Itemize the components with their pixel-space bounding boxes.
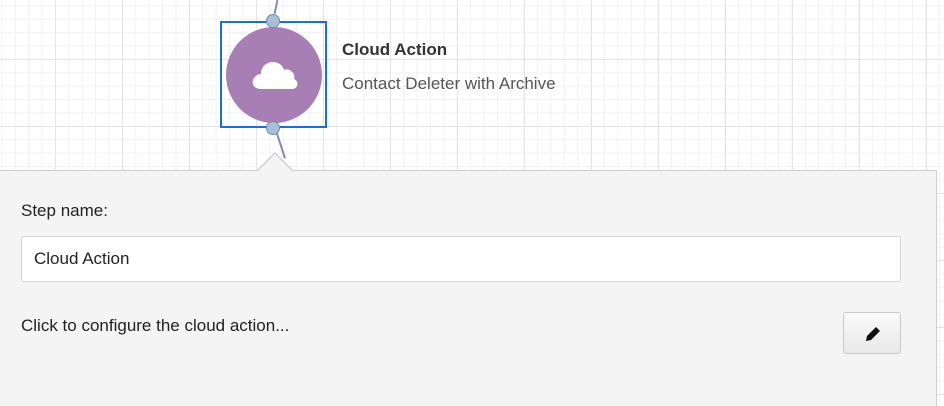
panel-pointer-fill [257, 154, 293, 172]
step-properties-panel [0, 170, 937, 406]
pencil-icon [866, 327, 880, 341]
configure-cloud-action-text: Click to configure the cloud action... [21, 316, 290, 335]
step-name-label: Step name: [21, 201, 108, 220]
node-subtitle: Contact Deleter with Archive [342, 74, 556, 93]
node-title: Cloud Action [342, 40, 448, 59]
node-input-port[interactable] [266, 14, 280, 28]
cloud-action-node[interactable] [226, 27, 322, 123]
edit-cloud-action-button[interactable] [843, 312, 901, 354]
cloud-icon [252, 62, 298, 89]
node-output-port[interactable] [266, 121, 280, 135]
step-name-input[interactable] [21, 236, 901, 282]
